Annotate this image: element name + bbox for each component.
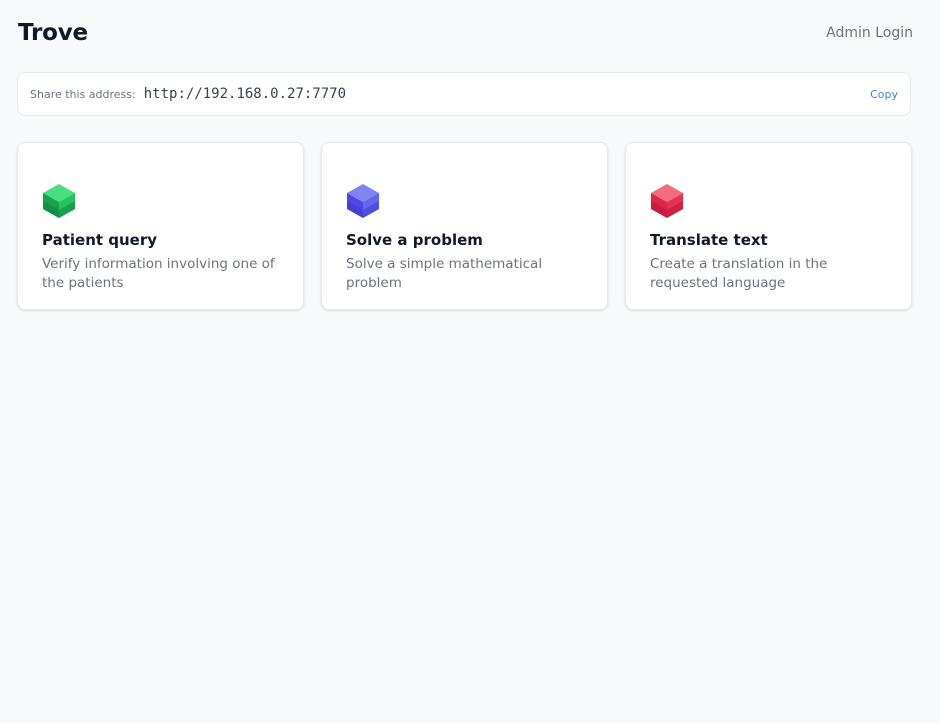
card-title: Translate text bbox=[650, 231, 768, 249]
card-description: Create a translation in the requested la… bbox=[650, 256, 828, 291]
green-cube-icon bbox=[42, 183, 76, 219]
card-description: Verify information involving one of the … bbox=[42, 256, 275, 291]
copy-button[interactable]: Copy bbox=[870, 88, 898, 101]
task-cards: Patient query Verify information involvi… bbox=[17, 142, 912, 310]
blue-cube-icon bbox=[346, 183, 380, 219]
share-label: Share this address: bbox=[30, 87, 136, 101]
share-address-bar: Share this address: http://192.168.0.27:… bbox=[17, 72, 911, 116]
header: Trove Admin Login bbox=[18, 18, 913, 48]
card-translate-text[interactable]: Translate text Create a translation in t… bbox=[625, 142, 912, 310]
card-description: Solve a simple mathematical problem bbox=[346, 256, 543, 291]
card-patient-query[interactable]: Patient query Verify information involvi… bbox=[17, 142, 304, 310]
card-title: Solve a problem bbox=[346, 231, 483, 249]
share-address[interactable]: http://192.168.0.27:7770 bbox=[144, 86, 870, 102]
red-cube-icon bbox=[650, 183, 684, 219]
app-title: Trove bbox=[18, 20, 88, 46]
card-title: Patient query bbox=[42, 231, 158, 249]
admin-login-link[interactable]: Admin Login bbox=[826, 25, 913, 41]
card-solve-problem[interactable]: Solve a problem Solve a simple mathemati… bbox=[321, 142, 608, 310]
